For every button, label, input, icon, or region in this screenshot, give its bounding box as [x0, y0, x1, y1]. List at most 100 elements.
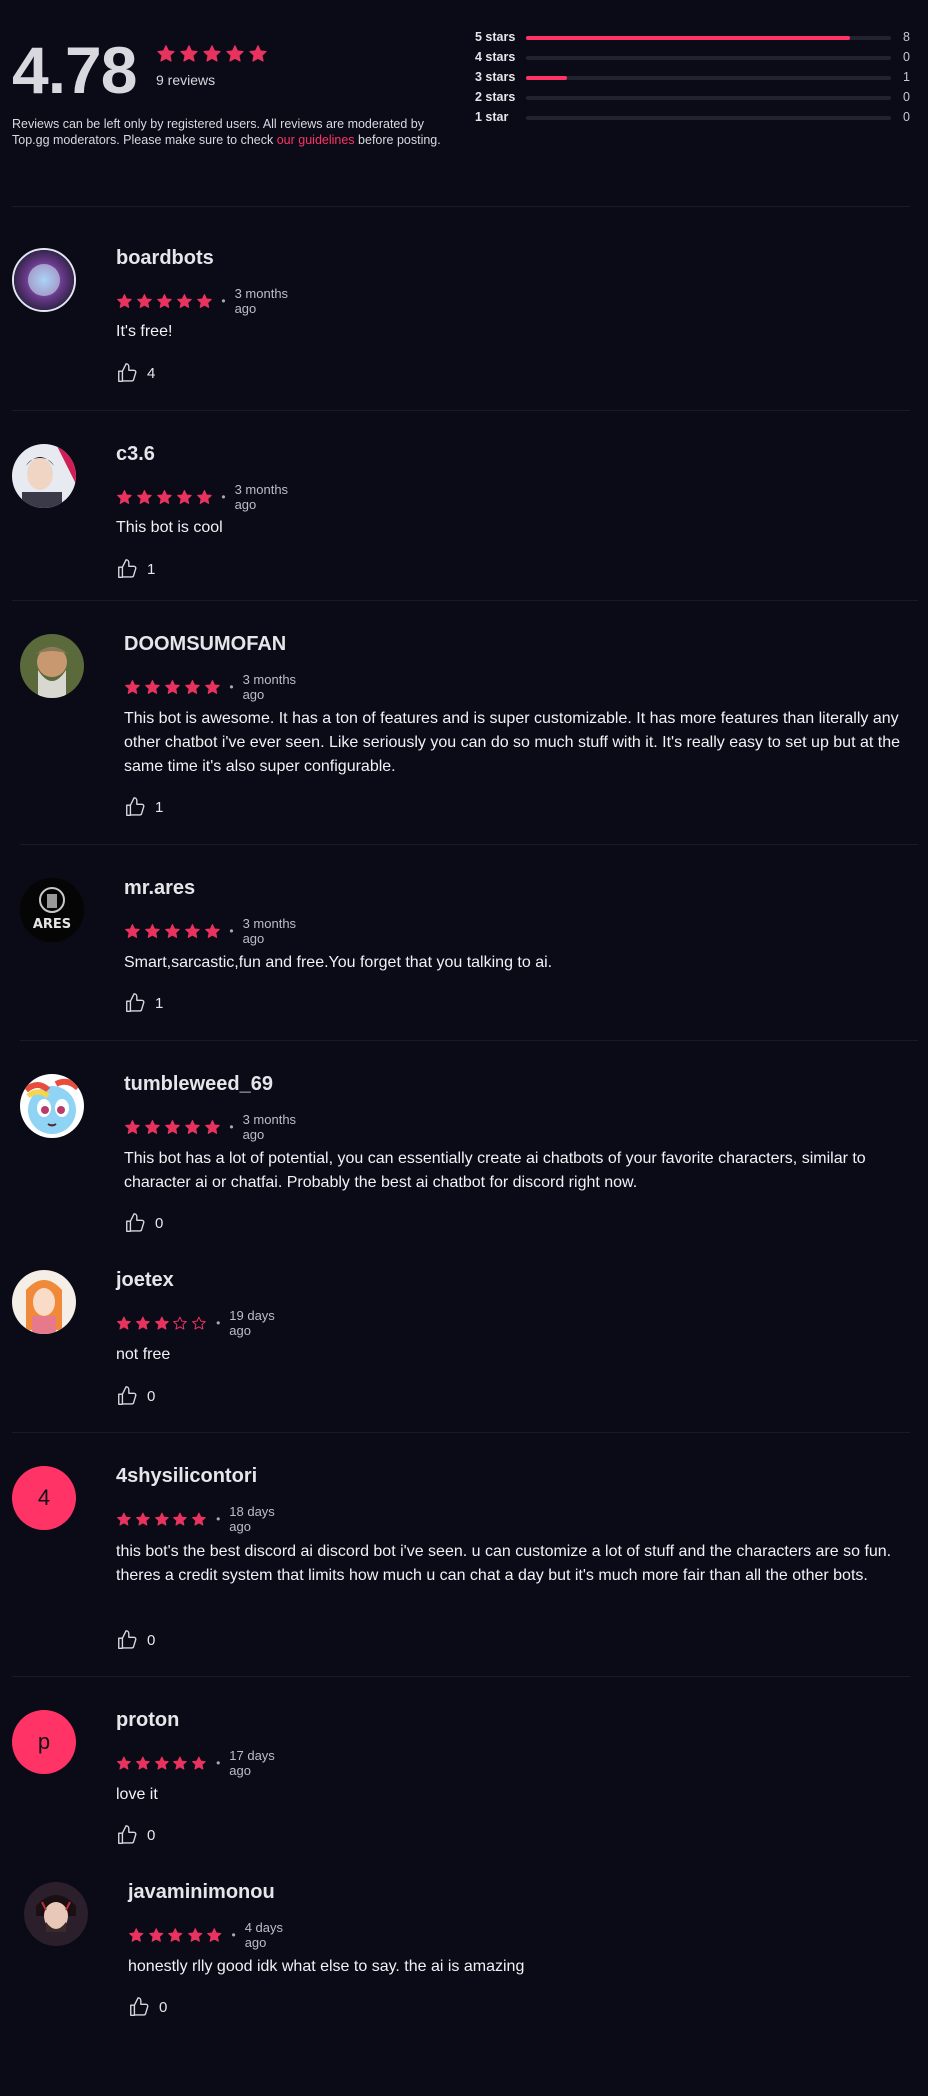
- star-icon: [176, 291, 193, 312]
- breakdown-count: 0: [903, 110, 910, 124]
- star-icon: [136, 291, 153, 312]
- like-button[interactable]: 0: [116, 1385, 155, 1407]
- like-count: 1: [147, 560, 156, 578]
- separator-dot: •: [229, 1120, 234, 1134]
- username[interactable]: tumbleweed_69: [124, 1073, 273, 1096]
- star-icon: [144, 1117, 161, 1138]
- thumbs-up-icon: [116, 362, 138, 384]
- star-icon: [154, 1509, 170, 1530]
- star-icon: [156, 487, 173, 508]
- star-icon: [204, 677, 221, 698]
- star-icon: [144, 677, 161, 698]
- thumbs-up-icon: [128, 1996, 150, 2018]
- breakdown-count: 1: [903, 70, 910, 84]
- like-button[interactable]: 1: [124, 992, 163, 1014]
- review-timestamp: 3 months ago: [242, 916, 297, 946]
- avatar[interactable]: ARES: [20, 878, 84, 942]
- star-icon: [184, 921, 201, 942]
- star-icon: [144, 921, 161, 942]
- star-icon: [191, 1509, 207, 1530]
- star-icon: [154, 1313, 170, 1334]
- review-stars: • 17 days ago: [116, 1748, 283, 1778]
- review-stars: • 18 days ago: [116, 1504, 283, 1534]
- star-icon: [172, 1753, 188, 1774]
- divider: [12, 410, 910, 411]
- star-icon: [206, 1925, 223, 1946]
- review-text: This bot is cool: [116, 519, 223, 536]
- avatar[interactable]: p: [12, 1710, 76, 1774]
- breakdown-track: [526, 36, 891, 40]
- star-icon: [164, 921, 181, 942]
- star-icon: [191, 1753, 207, 1774]
- thumbs-up-icon: [124, 1212, 146, 1234]
- average-stars: [156, 44, 268, 64]
- thumbs-up-icon: [124, 992, 146, 1014]
- like-count: 0: [147, 1826, 156, 1844]
- review-stars: • 19 days ago: [116, 1308, 283, 1338]
- star-icon: [176, 487, 193, 508]
- like-button[interactable]: 1: [116, 558, 155, 580]
- like-button[interactable]: 4: [116, 362, 155, 384]
- avatar[interactable]: [20, 1074, 84, 1138]
- star-outline-icon: [172, 1313, 188, 1334]
- separator-dot: •: [231, 1928, 236, 1942]
- username[interactable]: DOOMSUMOFAN: [124, 633, 286, 656]
- username[interactable]: javaminimonou: [128, 1881, 275, 1904]
- thumbs-up-icon: [116, 1629, 138, 1651]
- avatar-text: ARES: [33, 917, 71, 932]
- review-count: 9 reviews: [156, 72, 216, 88]
- avatar[interactable]: [12, 1270, 76, 1334]
- thumbs-up-icon: [116, 1385, 138, 1407]
- breakdown-row-3: 3 stars 1: [475, 70, 910, 90]
- divider: [12, 206, 910, 207]
- like-button[interactable]: 0: [128, 1996, 167, 2018]
- star-icon: [116, 487, 133, 508]
- username[interactable]: boardbots: [116, 247, 214, 270]
- like-button[interactable]: 0: [116, 1629, 155, 1651]
- breakdown-row-4: 4 stars 0: [475, 50, 910, 70]
- like-button[interactable]: 0: [116, 1824, 155, 1846]
- review-text: love it: [116, 1786, 158, 1803]
- average-rating: 4.78: [12, 33, 137, 107]
- thumbs-up-icon: [124, 796, 146, 818]
- avatar[interactable]: [12, 444, 76, 508]
- star-icon: [116, 1509, 132, 1530]
- avatar[interactable]: 4: [12, 1466, 76, 1530]
- like-count: 0: [147, 1387, 156, 1405]
- review-timestamp: 18 days ago: [229, 1504, 275, 1534]
- separator-dot: •: [216, 1316, 221, 1330]
- like-count: 0: [147, 1631, 156, 1649]
- breakdown-count: 0: [903, 90, 910, 104]
- avatar[interactable]: [20, 634, 84, 698]
- review-stars: • 3 months ago: [124, 672, 306, 702]
- username[interactable]: joetex: [116, 1269, 174, 1292]
- divider: [12, 1432, 910, 1433]
- username[interactable]: c3.6: [116, 443, 155, 466]
- star-icon: [179, 44, 199, 64]
- avatar[interactable]: [12, 248, 76, 312]
- divider: [12, 1676, 910, 1677]
- star-icon: [167, 1925, 184, 1946]
- guidelines-link[interactable]: our guidelines: [277, 133, 355, 147]
- separator-dot: •: [221, 490, 226, 504]
- moderation-note: Reviews can be left only by registered u…: [12, 116, 452, 148]
- breakdown-track: [526, 116, 891, 120]
- breakdown-count: 0: [903, 50, 910, 64]
- star-icon: [248, 44, 268, 64]
- review-timestamp: 4 days ago: [244, 1920, 284, 1950]
- star-icon: [124, 921, 141, 942]
- like-button[interactable]: 1: [124, 796, 163, 818]
- star-icon: [124, 1117, 141, 1138]
- star-icon: [135, 1509, 151, 1530]
- username[interactable]: mr.ares: [124, 877, 195, 900]
- star-icon: [184, 677, 201, 698]
- star-icon: [204, 1117, 221, 1138]
- review-timestamp: 3 months ago: [234, 286, 289, 316]
- username[interactable]: 4shysilicontori: [116, 1465, 257, 1488]
- separator-dot: •: [229, 680, 234, 694]
- avatar[interactable]: [24, 1882, 88, 1946]
- username[interactable]: proton: [116, 1709, 179, 1732]
- like-button[interactable]: 0: [124, 1212, 163, 1234]
- like-count: 0: [159, 1998, 168, 2016]
- star-outline-icon: [191, 1313, 207, 1334]
